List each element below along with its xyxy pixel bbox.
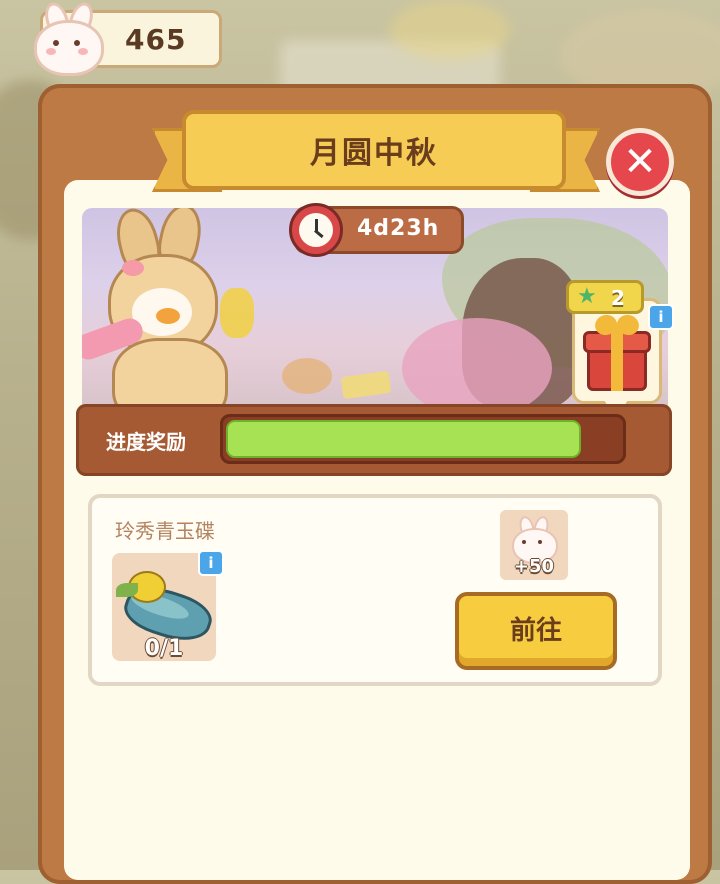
reward-count: 2 bbox=[611, 286, 625, 310]
close-icon: ✕ bbox=[623, 139, 657, 185]
go-button-label: 前往 bbox=[509, 615, 562, 646]
reward-count-badge: ★ 2 bbox=[566, 280, 644, 314]
page-title: 月圆中秋 bbox=[310, 136, 438, 171]
go-button[interactable]: 前往 bbox=[455, 592, 617, 670]
currency-amount: 465 bbox=[125, 23, 187, 56]
item-info-icon[interactable]: i bbox=[198, 550, 224, 576]
reward-amount: +50 bbox=[513, 556, 555, 577]
progress-label: 进度奖励 bbox=[106, 430, 186, 454]
progress-rewards: 进度奖励 bbox=[76, 404, 672, 476]
event-timer: 4d23h bbox=[289, 203, 464, 257]
title-ribbon: 月圆中秋 bbox=[182, 110, 566, 190]
close-button[interactable]: ✕ bbox=[606, 128, 674, 196]
clock-icon bbox=[289, 203, 343, 257]
info-icon[interactable]: i bbox=[648, 304, 674, 330]
progress-bar bbox=[220, 414, 626, 464]
item-progress: 0/1 bbox=[144, 636, 184, 661]
star-icon: ★ bbox=[577, 284, 597, 309]
task-name: 玲秀青玉碟 bbox=[115, 519, 215, 543]
progress-fill bbox=[226, 420, 581, 458]
time-left: 4d23h bbox=[357, 216, 440, 241]
